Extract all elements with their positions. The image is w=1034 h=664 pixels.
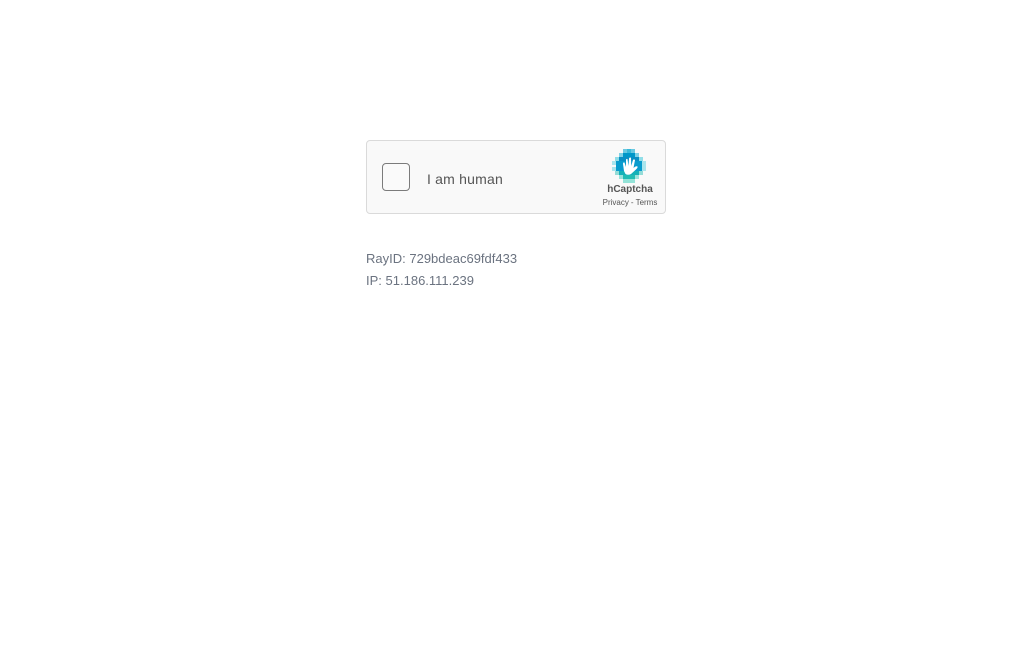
hcaptcha-links: Privacy - Terms: [597, 198, 663, 207]
ray-id-value: 729bdeac69fdf433: [409, 251, 518, 266]
hcaptcha-brand-name: hCaptcha: [607, 184, 653, 195]
hcaptcha-logo-icon[interactable]: [612, 149, 646, 183]
terms-link[interactable]: Terms: [636, 198, 658, 207]
ray-id-label: RayID:: [366, 251, 406, 266]
request-info: RayID: 729bdeac69fdf433 IP: 51.186.111.2…: [366, 248, 517, 292]
human-checkbox[interactable]: [382, 163, 410, 191]
ip-value: 51.186.111.239: [385, 273, 474, 288]
checkbox-label: I am human: [427, 171, 503, 187]
link-separator: -: [630, 198, 634, 207]
privacy-link[interactable]: Privacy: [603, 198, 629, 207]
ip-label: IP:: [366, 273, 382, 288]
hcaptcha-widget: I am human hCaptcha Privacy - Terms: [366, 140, 666, 214]
ip-line: IP: 51.186.111.239: [366, 270, 517, 292]
captcha-page: I am human hCaptcha Privacy - Terms RayI…: [0, 0, 1034, 664]
ray-id-line: RayID: 729bdeac69fdf433: [366, 248, 517, 270]
hcaptcha-branding: hCaptcha Privacy - Terms: [597, 147, 661, 209]
